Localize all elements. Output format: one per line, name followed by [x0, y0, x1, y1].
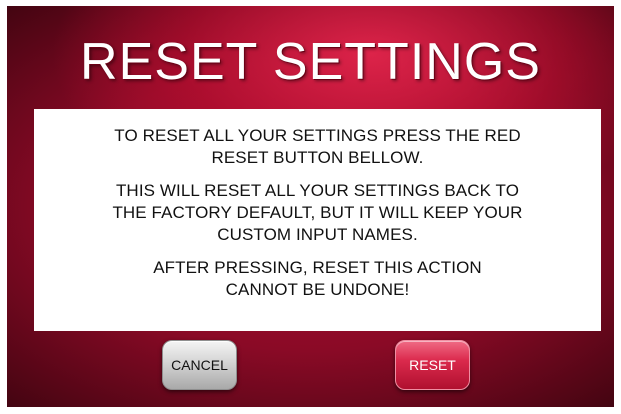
- warning-line: CANNOT BE UNDONE!: [225, 280, 410, 299]
- effect-text: THIS WILL RESET ALL YOUR SETTINGS BACK T…: [52, 180, 583, 246]
- cancel-button[interactable]: CANCEL: [162, 340, 237, 390]
- instruction-line: TO RESET ALL YOUR SETTINGS PRESS THE RED: [114, 126, 521, 145]
- effect-line: THE FACTORY DEFAULT, BUT IT WILL KEEP YO…: [112, 203, 523, 222]
- cancel-button-label: CANCEL: [171, 357, 228, 373]
- message-panel: TO RESET ALL YOUR SETTINGS PRESS THE RED…: [34, 109, 601, 331]
- reset-button-label: RESET: [409, 357, 456, 373]
- instruction-line: RESET BUTTON BELLOW.: [211, 148, 424, 167]
- warning-text: AFTER PRESSING, RESET THIS ACTION CANNOT…: [52, 257, 583, 301]
- instruction-text: TO RESET ALL YOUR SETTINGS PRESS THE RED…: [52, 125, 583, 169]
- reset-settings-screen: RESET SETTINGS TO RESET ALL YOUR SETTING…: [7, 6, 614, 407]
- effect-line: CUSTOM INPUT NAMES.: [217, 225, 418, 244]
- reset-button[interactable]: RESET: [395, 340, 470, 390]
- page-title: RESET SETTINGS: [80, 33, 541, 91]
- effect-line: THIS WILL RESET ALL YOUR SETTINGS BACK T…: [115, 181, 520, 200]
- warning-line: AFTER PRESSING, RESET THIS ACTION: [153, 258, 482, 277]
